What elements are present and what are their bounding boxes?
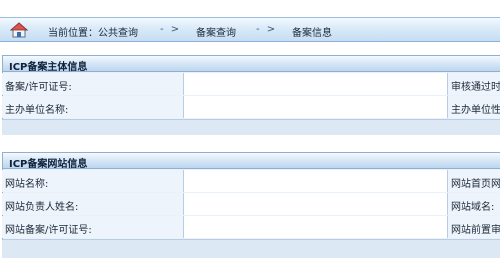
license-number-value	[184, 73, 448, 95]
table-row: 备案/许可证号: 审核通过时间	[2, 73, 500, 95]
field-label: 网站域名:	[448, 193, 500, 215]
breadcrumb-separator: - >	[256, 24, 278, 35]
breadcrumb-prefix: 当前位置：	[48, 28, 98, 39]
table-row: 网站名称: 网站首页网址	[2, 170, 500, 192]
field-label: 备案/许可证号:	[2, 73, 184, 95]
breadcrumb-item-record-query[interactable]: 备案查询	[196, 24, 236, 39]
website-owner-value	[184, 193, 448, 215]
field-label: 网站备案/许可证号:	[2, 216, 184, 238]
field-label: 网站首页网址	[448, 170, 500, 192]
field-label: 网站名称:	[2, 170, 184, 192]
website-name-value	[184, 170, 448, 192]
field-label: 主办单位性质	[448, 96, 500, 118]
website-license-value	[184, 216, 448, 238]
field-label: 网站负责人姓名:	[2, 193, 184, 215]
table-row: 网站备案/许可证号: 网站前置审批	[2, 216, 500, 238]
breadcrumb-item-record-info: 备案信息	[292, 28, 332, 39]
field-label: 网站前置审批	[448, 216, 500, 238]
organizer-name-value	[184, 96, 448, 118]
breadcrumb-item-public-query[interactable]: 公共查询	[98, 24, 138, 39]
section-header: ICP备案网站信息	[2, 152, 500, 170]
table-row: 网站负责人姓名: 网站域名:	[2, 193, 500, 215]
section-footer	[2, 119, 500, 135]
section-title: ICP备案网站信息	[9, 159, 88, 170]
home-icon[interactable]	[9, 21, 29, 39]
field-label: 审核通过时间	[448, 73, 500, 95]
icp-subject-section: ICP备案主体信息 备案/许可证号: 审核通过时间 主办单位名称: 主办单位性质	[0, 55, 500, 135]
table-row: 主办单位名称: 主办单位性质	[2, 96, 500, 118]
section-title: ICP备案主体信息	[9, 62, 88, 73]
section-header: ICP备案主体信息	[2, 55, 500, 73]
section-footer	[2, 239, 500, 258]
breadcrumb-separator: - >	[160, 24, 182, 35]
icp-website-section: ICP备案网站信息 网站名称: 网站首页网址 网站负责人姓名: 网站域名: 网站…	[0, 152, 500, 258]
breadcrumb-bar: 当前位置： 公共查询 - > 备案查询 - > 备案信息	[0, 17, 500, 42]
field-label: 主办单位名称:	[2, 96, 184, 118]
